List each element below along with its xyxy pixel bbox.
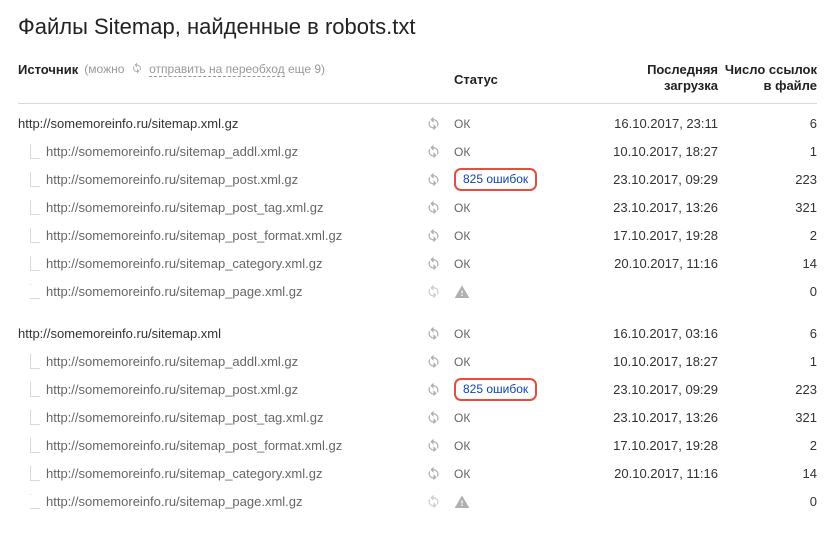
refresh-icon[interactable]	[418, 256, 448, 271]
table-row: http://somemoreinfo.ru/sitemap_category.…	[18, 460, 817, 488]
status-error-badge[interactable]: 825 ошибок	[454, 168, 537, 190]
refresh-icon[interactable]	[418, 410, 448, 425]
refresh-icon[interactable]	[418, 144, 448, 159]
sitemap-url[interactable]: http://somemoreinfo.ru/sitemap_post_form…	[46, 438, 342, 453]
links-count: 321	[795, 200, 817, 215]
sitemap-url[interactable]: http://somemoreinfo.ru/sitemap_category.…	[46, 466, 323, 481]
status-ok: ОК	[454, 117, 470, 131]
table-row: http://somemoreinfo.ru/sitemap_post_form…	[18, 432, 817, 460]
links-count: 223	[795, 172, 817, 187]
status-error-badge[interactable]: 825 ошибок	[454, 378, 537, 400]
links-count: 223	[795, 382, 817, 397]
table-row: http://somemoreinfo.ru/sitemap_post_tag.…	[18, 194, 817, 222]
links-count: 6	[810, 326, 817, 341]
refresh-icon	[418, 284, 448, 299]
links-count: 1	[810, 354, 817, 369]
sitemap-url[interactable]: http://somemoreinfo.ru/sitemap_post.xml.…	[46, 382, 298, 397]
sitemap-url[interactable]: http://somemoreinfo.ru/sitemap_addl.xml.…	[46, 354, 298, 369]
status-ok: ОК	[454, 467, 470, 481]
refresh-icon[interactable]	[418, 228, 448, 243]
table-row: http://somemoreinfo.ru/sitemap_category.…	[18, 250, 817, 278]
status-ok: ОК	[454, 439, 470, 453]
header-source: Источник (можно отправить на переобход е…	[18, 62, 418, 77]
refresh-icon[interactable]	[418, 326, 448, 341]
status-ok: ОК	[454, 355, 470, 369]
refresh-icon[interactable]	[418, 116, 448, 131]
links-count: 14	[803, 256, 817, 271]
sitemap-url[interactable]: http://somemoreinfo.ru/sitemap.xml.gz	[18, 116, 238, 131]
sitemap-url[interactable]: http://somemoreinfo.ru/sitemap.xml	[18, 326, 221, 341]
table-row: http://somemoreinfo.ru/sitemap_post_tag.…	[18, 404, 817, 432]
sitemap-url[interactable]: http://somemoreinfo.ru/sitemap_addl.xml.…	[46, 144, 298, 159]
status-ok: ОК	[454, 145, 470, 159]
last-load-date: 17.10.2017, 19:28	[613, 228, 718, 243]
table-row: http://somemoreinfo.ru/sitemap.xml ОК 16.1…	[18, 320, 817, 348]
refresh-icon	[131, 62, 143, 77]
status-ok: ОК	[454, 257, 470, 271]
recrawl-hint: (можно отправить на переобход еще 9)	[84, 62, 325, 77]
last-load-date: 23.10.2017, 13:26	[613, 410, 718, 425]
header-status: Статус	[448, 62, 568, 87]
recrawl-link[interactable]: отправить на переобход	[149, 62, 285, 77]
refresh-icon[interactable]	[418, 382, 448, 397]
table-row: http://somemoreinfo.ru/sitemap.xml.gz ОК 1…	[18, 110, 817, 138]
sitemap-url[interactable]: http://somemoreinfo.ru/sitemap_page.xml.…	[46, 284, 303, 299]
last-load-date: 17.10.2017, 19:28	[613, 438, 718, 453]
refresh-icon[interactable]	[418, 466, 448, 481]
table-row: http://somemoreinfo.ru/sitemap_addl.xml.…	[18, 138, 817, 166]
last-load-date: 23.10.2017, 09:29	[613, 172, 718, 187]
warning-icon	[454, 284, 568, 300]
sitemap-url[interactable]: http://somemoreinfo.ru/sitemap_category.…	[46, 256, 323, 271]
page-title: Файлы Sitemap, найденные в robots.txt	[18, 14, 817, 40]
sitemap-group: http://somemoreinfo.ru/sitemap.xml ОК 16.1…	[18, 320, 817, 516]
sitemap-url[interactable]: http://somemoreinfo.ru/sitemap_page.xml.…	[46, 494, 303, 509]
links-count: 1	[810, 144, 817, 159]
links-count: 0	[810, 494, 817, 509]
table-row: http://somemoreinfo.ru/sitemap_page.xml.…	[18, 278, 817, 306]
status-ok: ОК	[454, 411, 470, 425]
status-ok: ОК	[454, 229, 470, 243]
sitemap-groups: http://somemoreinfo.ru/sitemap.xml.gz ОК 1…	[18, 110, 817, 516]
warning-icon	[454, 494, 568, 510]
table-row: http://somemoreinfo.ru/sitemap_addl.xml.…	[18, 348, 817, 376]
table-row: http://somemoreinfo.ru/sitemap_post.xml.…	[18, 166, 817, 194]
refresh-icon[interactable]	[418, 438, 448, 453]
sitemap-url[interactable]: http://somemoreinfo.ru/sitemap_post_form…	[46, 228, 342, 243]
sitemap-url[interactable]: http://somemoreinfo.ru/sitemap_post.xml.…	[46, 172, 298, 187]
header-date: Последняя загрузка	[568, 62, 718, 95]
last-load-date: 16.10.2017, 03:16	[613, 326, 718, 341]
table-header: Источник (можно отправить на переобход е…	[18, 62, 817, 104]
sitemap-url[interactable]: http://somemoreinfo.ru/sitemap_post_tag.…	[46, 410, 323, 425]
links-count: 14	[803, 466, 817, 481]
header-links: Число ссылок в файле	[718, 62, 817, 95]
last-load-date: 16.10.2017, 23:11	[614, 116, 718, 131]
table-row: http://somemoreinfo.ru/sitemap_page.xml.…	[18, 488, 817, 516]
refresh-icon[interactable]	[418, 172, 448, 187]
links-count: 2	[810, 438, 817, 453]
last-load-date: 20.10.2017, 11:16	[614, 466, 718, 481]
sitemap-group: http://somemoreinfo.ru/sitemap.xml.gz ОК 1…	[18, 110, 817, 306]
last-load-date: 20.10.2017, 11:16	[614, 256, 718, 271]
links-count: 6	[810, 116, 817, 131]
sitemap-url[interactable]: http://somemoreinfo.ru/sitemap_post_tag.…	[46, 200, 323, 215]
refresh-icon[interactable]	[418, 200, 448, 215]
links-count: 321	[795, 410, 817, 425]
table-row: http://somemoreinfo.ru/sitemap_post.xml.…	[18, 376, 817, 404]
last-load-date: 23.10.2017, 13:26	[613, 200, 718, 215]
header-source-label: Источник	[18, 62, 78, 77]
refresh-icon[interactable]	[418, 354, 448, 369]
table-row: http://somemoreinfo.ru/sitemap_post_form…	[18, 222, 817, 250]
links-count: 0	[810, 284, 817, 299]
last-load-date: 23.10.2017, 09:29	[613, 382, 718, 397]
status-ok: ОК	[454, 201, 470, 215]
status-ok: ОК	[454, 327, 470, 341]
last-load-date: 10.10.2017, 18:27	[613, 354, 718, 369]
refresh-icon	[418, 494, 448, 509]
last-load-date: 10.10.2017, 18:27	[613, 144, 718, 159]
links-count: 2	[810, 228, 817, 243]
